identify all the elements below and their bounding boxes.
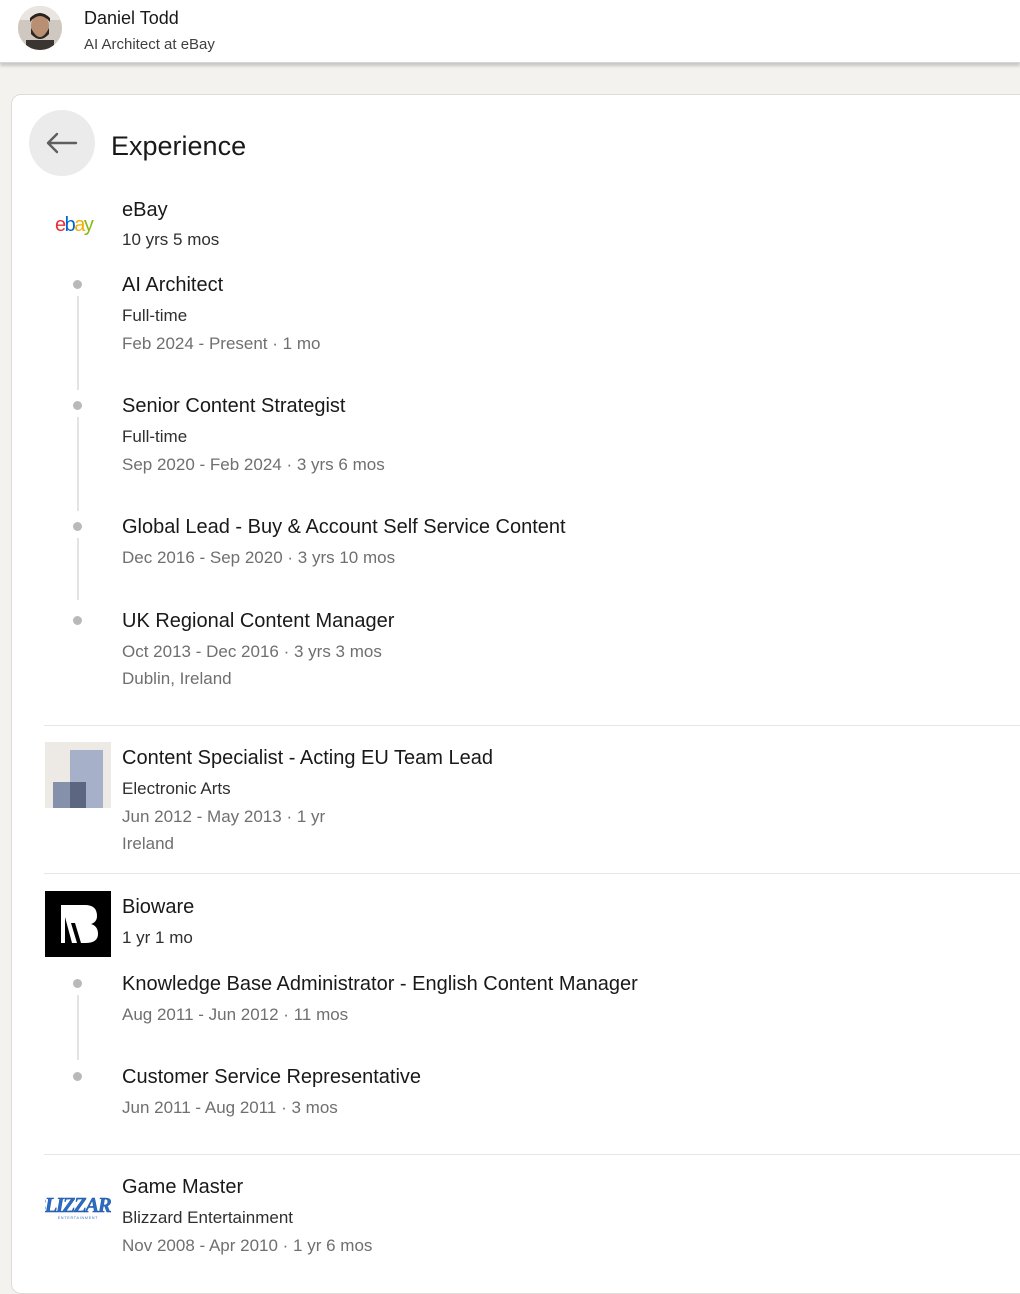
role-title[interactable]: UK Regional Content Manager	[122, 610, 394, 633]
back-button[interactable]	[29, 110, 95, 176]
employment-type: Full-time	[122, 427, 188, 446]
timeline-connector	[77, 296, 79, 390]
timeline-dot	[73, 979, 82, 988]
timeline-connector	[77, 538, 79, 600]
role-dates: Jun 2012 - May 2013 · 1 yr	[122, 807, 326, 826]
role-dates: Dec 2016 - Sep 2020 · 3 yrs 10 mos	[122, 548, 396, 567]
timeline-connector	[77, 995, 79, 1060]
role-title[interactable]: Game Master	[122, 1176, 243, 1199]
profile-headline: AI Architect at eBay	[84, 36, 215, 53]
company-tenure: 1 yr 1 mo	[122, 928, 193, 947]
ebay-logo[interactable]: ebay	[54, 212, 104, 238]
role-dates: Feb 2024 - Present · 1 mo	[122, 334, 321, 353]
svg-text:ENTERTAINMENT: ENTERTAINMENT	[58, 1216, 99, 1220]
timeline-dot	[73, 1072, 82, 1081]
role-dates: Nov 2008 - Apr 2010 · 1 yr 6 mos	[122, 1236, 373, 1255]
timeline-connector	[77, 417, 79, 511]
role-title[interactable]: Customer Service Representative	[122, 1066, 421, 1089]
svg-text:BLIZZARD: BLIZZARD	[45, 1193, 111, 1217]
role-dates: Aug 2011 - Jun 2012 · 11 mos	[122, 1005, 349, 1024]
role-dates: Jun 2011 - Aug 2011 · 3 mos	[122, 1098, 338, 1117]
employment-type: Full-time	[122, 306, 188, 325]
role-dates: Sep 2020 - Feb 2024 · 3 yrs 6 mos	[122, 455, 385, 474]
profile-sticky-header: Daniel Todd AI Architect at eBay	[0, 0, 1020, 63]
section-divider	[44, 1154, 1020, 1155]
timeline-dot	[73, 522, 82, 531]
role-title[interactable]: Global Lead - Buy & Account Self Service…	[122, 516, 566, 539]
company-placeholder-logo[interactable]	[45, 742, 111, 808]
role-title[interactable]: AI Architect	[122, 274, 223, 297]
role-location: Ireland	[122, 834, 174, 853]
role-title[interactable]: Senior Content Strategist	[122, 395, 345, 418]
bioware-logo[interactable]	[45, 891, 111, 957]
section-divider	[44, 725, 1020, 726]
role-title[interactable]: Content Specialist - Acting EU Team Lead	[122, 747, 493, 770]
arrow-left-icon	[46, 132, 78, 154]
company-name[interactable]: eBay	[122, 199, 168, 222]
company-name[interactable]: Electronic Arts	[122, 779, 231, 799]
timeline-dot	[73, 401, 82, 410]
timeline-dot	[73, 616, 82, 625]
role-dates: Oct 2013 - Dec 2016 · 3 yrs 3 mos	[122, 642, 382, 661]
role-title[interactable]: Knowledge Base Administrator - English C…	[122, 973, 638, 996]
profile-name[interactable]: Daniel Todd	[84, 8, 179, 29]
company-tenure: 10 yrs 5 mos	[122, 230, 220, 249]
timeline-dot	[73, 280, 82, 289]
company-name[interactable]: Bioware	[122, 896, 194, 919]
svg-text:ebay: ebay	[55, 214, 94, 236]
blizzard-logo[interactable]: BLIZZARD ENTERTAINMENT	[31, 1172, 127, 1238]
section-title: Experience	[111, 131, 247, 161]
avatar[interactable]	[18, 6, 62, 50]
role-location: Dublin, Ireland	[122, 669, 232, 688]
section-divider	[44, 873, 1020, 874]
company-name[interactable]: Blizzard Entertainment	[122, 1208, 293, 1228]
profile-photo-icon	[18, 6, 62, 50]
